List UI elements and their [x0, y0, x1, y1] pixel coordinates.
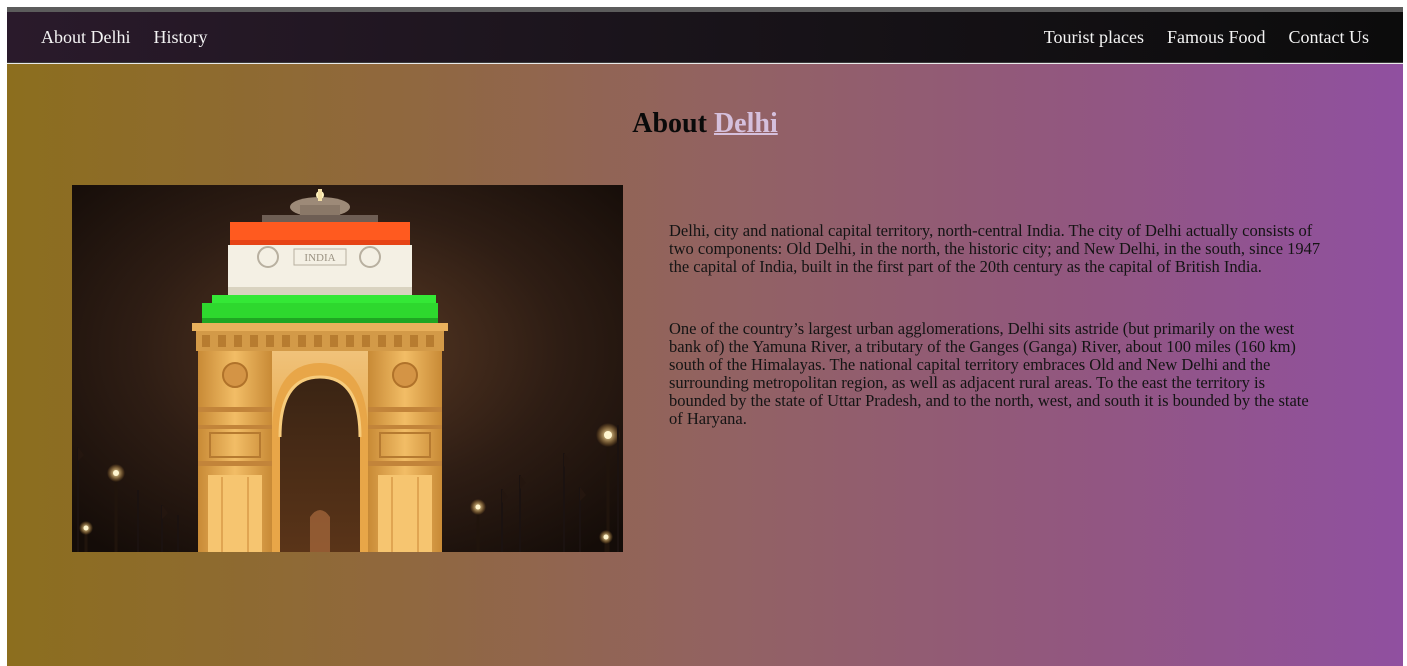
main-content: About Delhi INDIA Delhi, city and nation… [7, 64, 1403, 666]
nav-right-group: Tourist places Famous Food Contact Us [1044, 12, 1369, 62]
nav-link-history[interactable]: History [154, 27, 208, 48]
about-text: Delhi, city and national capital territo… [669, 222, 1324, 472]
nav-link-famous-food[interactable]: Famous Food [1167, 27, 1266, 48]
about-paragraph-1: Delhi, city and national capital territo… [669, 221, 1321, 276]
page-title: About Delhi [7, 108, 1403, 140]
about-paragraph-2: One of the country’s largest urban agglo… [669, 319, 1309, 428]
nav-left-group: About Delhi History [41, 12, 208, 62]
nav-link-tourist-places[interactable]: Tourist places [1044, 27, 1144, 48]
page-title-prefix: About [632, 108, 707, 139]
nav-link-contact-us[interactable]: Contact Us [1289, 27, 1370, 48]
navbar: About Delhi History Tourist places Famou… [7, 12, 1403, 63]
inscription-india: INDIA [304, 252, 335, 264]
page-title-accent-link[interactable]: Delhi [714, 108, 778, 139]
browser-viewport: About Delhi History Tourist places Famou… [7, 7, 1403, 666]
nav-link-about-delhi[interactable]: About Delhi [41, 27, 131, 48]
india-gate-photo: INDIA [72, 185, 623, 552]
